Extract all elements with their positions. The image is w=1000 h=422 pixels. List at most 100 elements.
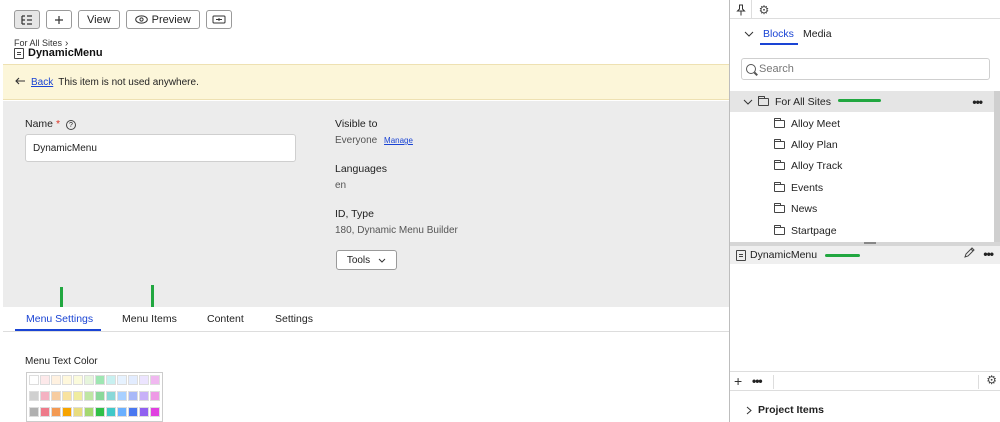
color-swatch[interactable] [128, 391, 138, 401]
splitter-grip[interactable] [864, 242, 876, 244]
tab-media[interactable]: Media [803, 28, 832, 40]
color-swatch[interactable] [95, 375, 105, 385]
color-swatch[interactable] [106, 391, 116, 401]
chevron-down-icon[interactable] [744, 29, 754, 40]
manage-link[interactable]: Manage [384, 136, 413, 145]
gear-icon: ⚙ [758, 2, 770, 17]
tree-item[interactable]: Alloy Track [730, 155, 994, 176]
help-icon[interactable]: ? [65, 120, 76, 130]
color-swatch[interactable] [29, 375, 39, 385]
menu-text-color-label: Menu Text Color [25, 356, 98, 367]
back-link[interactable]: Back [31, 77, 53, 88]
color-swatch[interactable] [40, 391, 50, 401]
id-type-label: ID, Type [335, 208, 374, 220]
color-swatch[interactable] [117, 375, 127, 385]
color-swatch[interactable] [29, 391, 39, 401]
color-swatch[interactable] [73, 375, 83, 385]
tree-item[interactable]: Alloy Plan [730, 134, 994, 155]
color-swatch[interactable] [51, 407, 61, 417]
panel-bottom-toolbar: + ••• ⚙ [730, 371, 1000, 391]
color-swatch[interactable] [51, 375, 61, 385]
folder-icon [774, 138, 785, 149]
color-swatch[interactable] [106, 375, 116, 385]
tree-item-label: News [791, 202, 818, 215]
edit-icon[interactable] [963, 247, 975, 262]
color-swatch[interactable] [62, 407, 72, 417]
color-swatch[interactable] [106, 407, 116, 417]
search-icon [746, 64, 756, 74]
folder-icon [758, 95, 769, 106]
gear-icon[interactable]: ⚙ [986, 373, 997, 387]
color-swatch[interactable] [84, 391, 94, 401]
navigation-pane-toggle[interactable] [14, 10, 40, 29]
tree-icon [21, 14, 32, 25]
color-swatch[interactable] [84, 407, 94, 417]
more-options-icon[interactable]: ••• [983, 247, 994, 261]
tree-item-label: Alloy Meet [791, 117, 841, 130]
usage-notice: Back This item is not used anywhere. [3, 64, 729, 100]
color-swatch[interactable] [150, 391, 160, 401]
pin-icon [735, 4, 746, 15]
tools-dropdown[interactable]: Tools [336, 250, 397, 270]
color-swatch[interactable] [40, 375, 50, 385]
tab-settings[interactable]: Settings [275, 313, 313, 325]
panel-settings-button[interactable]: ⚙ [754, 0, 774, 19]
plus-icon [55, 15, 63, 24]
name-input[interactable] [25, 134, 296, 162]
view-button[interactable]: View [78, 10, 120, 29]
folder-icon [774, 117, 785, 128]
tree-item[interactable]: News [730, 198, 994, 219]
color-swatch[interactable] [117, 391, 127, 401]
more-options-icon[interactable]: ••• [752, 374, 763, 388]
color-swatch[interactable] [139, 407, 149, 417]
plus-icon[interactable]: + [734, 373, 742, 389]
tree-item-label: Startpage [791, 224, 837, 237]
preview-button[interactable]: Preview [125, 10, 200, 29]
color-swatch[interactable] [62, 391, 72, 401]
tree-item[interactable]: Startpage [730, 220, 994, 241]
selected-block-row[interactable]: DynamicMenu ••• [730, 246, 1000, 264]
color-swatch[interactable] [95, 407, 105, 417]
tree-item-label: Alloy Plan [791, 138, 838, 151]
tree-scrollbar[interactable] [994, 91, 1000, 242]
id-type-value: 180, Dynamic Menu Builder [335, 225, 458, 236]
color-swatch[interactable] [73, 407, 83, 417]
view-button-label: View [87, 13, 111, 26]
add-button[interactable] [46, 10, 72, 29]
color-swatch[interactable] [84, 375, 94, 385]
chevron-right-icon [746, 406, 752, 414]
tab-menu-settings[interactable]: Menu Settings [26, 313, 93, 325]
color-swatch[interactable] [150, 407, 160, 417]
tools-label: Tools [346, 254, 371, 266]
tree-item[interactable]: Events [730, 177, 994, 198]
project-items-header[interactable]: Project Items [746, 404, 824, 416]
panel-header: ⚙ [730, 0, 1000, 19]
color-swatch[interactable] [40, 407, 50, 417]
color-swatch[interactable] [150, 375, 160, 385]
color-swatch[interactable] [128, 375, 138, 385]
color-swatch[interactable] [73, 391, 83, 401]
color-swatch[interactable] [29, 407, 39, 417]
color-swatch[interactable] [128, 407, 138, 417]
color-swatch[interactable] [95, 391, 105, 401]
eye-icon [134, 15, 148, 24]
color-swatch[interactable] [117, 407, 127, 417]
tree-item-label: For All Sites [775, 95, 832, 108]
tab-blocks[interactable]: Blocks [763, 28, 794, 40]
page-title: DynamicMenu [14, 47, 103, 59]
tab-menu-items[interactable]: Menu Items [122, 313, 177, 325]
color-swatch[interactable] [51, 391, 61, 401]
tree-item[interactable]: Alloy Meet [730, 113, 994, 134]
tab-content[interactable]: Content [207, 313, 244, 325]
annotation-marker [151, 285, 154, 307]
more-options-icon[interactable]: ••• [972, 95, 983, 109]
pin-button[interactable] [730, 0, 752, 19]
color-swatch[interactable] [139, 375, 149, 385]
name-label-text: Name [25, 118, 54, 130]
color-swatch[interactable] [139, 391, 149, 401]
chevron-down-icon[interactable] [743, 99, 753, 105]
device-preview-button[interactable] [205, 10, 232, 29]
color-swatch[interactable] [62, 375, 72, 385]
search-box[interactable] [741, 58, 990, 80]
search-input[interactable] [759, 63, 979, 75]
